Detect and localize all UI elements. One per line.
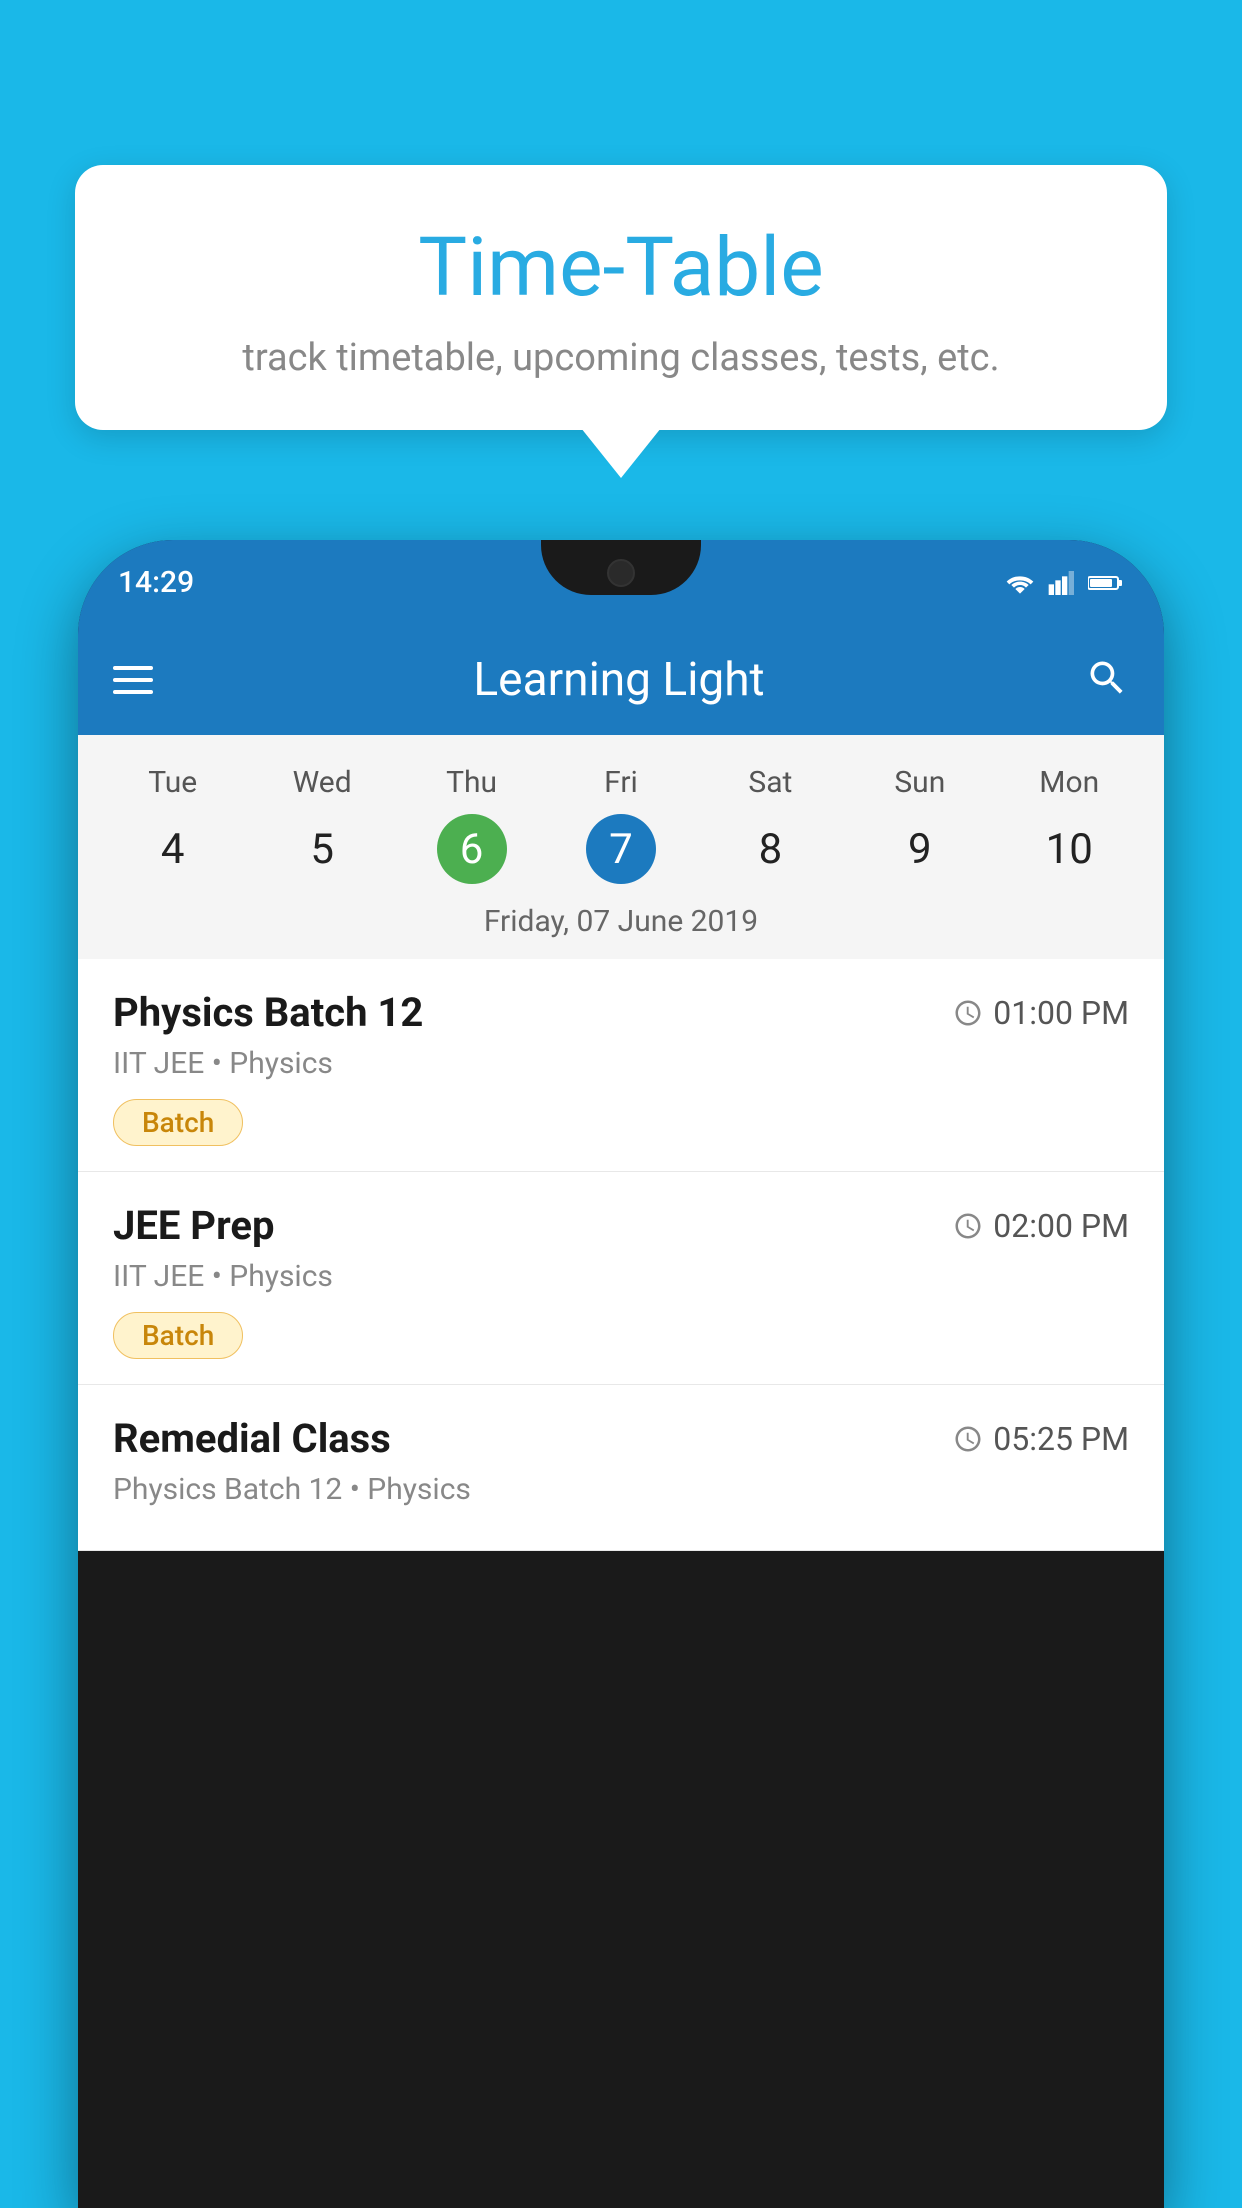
schedule-item-header: JEE Prep 02:00 PM xyxy=(113,1202,1129,1249)
clock-icon xyxy=(953,1211,983,1241)
day-number[interactable]: 7 xyxy=(586,814,656,884)
day-col-sun[interactable]: Sun 9 xyxy=(885,765,955,884)
hamburger-menu-icon[interactable] xyxy=(113,666,153,694)
search-icon[interactable] xyxy=(1085,656,1129,704)
days-row: Tue 4 Wed 5 Thu 6 Fri 7 Sat 8 Sun 9 Mon 10 xyxy=(78,755,1164,894)
schedule-item-header: Physics Batch 12 01:00 PM xyxy=(113,989,1129,1036)
day-number[interactable]: 4 xyxy=(138,814,208,884)
schedule-list: Physics Batch 12 01:00 PM IIT JEE • Phys… xyxy=(78,959,1164,1551)
day-number[interactable]: 8 xyxy=(735,814,805,884)
toolbar-title: Learning Light xyxy=(183,653,1055,707)
schedule-item-header: Remedial Class 05:25 PM xyxy=(113,1415,1129,1462)
schedule-item-title: Physics Batch 12 xyxy=(113,989,423,1036)
day-name: Sun xyxy=(894,765,945,800)
day-col-wed[interactable]: Wed 5 xyxy=(287,765,357,884)
day-col-tue[interactable]: Tue 4 xyxy=(138,765,208,884)
app-toolbar: Learning Light xyxy=(78,625,1164,735)
clock-icon xyxy=(953,998,983,1028)
schedule-item-time: 01:00 PM xyxy=(953,994,1129,1032)
battery-icon xyxy=(1088,571,1124,595)
day-number[interactable]: 9 xyxy=(885,814,955,884)
day-col-fri[interactable]: Fri 7 xyxy=(586,765,656,884)
schedule-item-subtitle: IIT JEE • Physics xyxy=(113,1046,1129,1081)
day-name: Sat xyxy=(748,765,792,800)
camera-dot xyxy=(607,559,635,587)
schedule-item[interactable]: JEE Prep 02:00 PM IIT JEE • Physics Batc… xyxy=(78,1172,1164,1385)
info-bubble-card: Time-Table track timetable, upcoming cla… xyxy=(75,165,1167,430)
schedule-item-time: 05:25 PM xyxy=(953,1420,1129,1458)
batch-badge: Batch xyxy=(113,1312,243,1359)
notch xyxy=(541,540,701,595)
day-number[interactable]: 6 xyxy=(437,814,507,884)
signal-icon xyxy=(1048,571,1076,595)
schedule-item-time: 02:00 PM xyxy=(953,1207,1129,1245)
day-name: Mon xyxy=(1039,765,1099,800)
day-col-mon[interactable]: Mon 10 xyxy=(1034,765,1104,884)
phone-frame: 14:29 xyxy=(78,540,1164,2208)
schedule-item[interactable]: Remedial Class 05:25 PM Physics Batch 12… xyxy=(78,1385,1164,1551)
bubble-subtitle: track timetable, upcoming classes, tests… xyxy=(135,336,1107,380)
schedule-item-subtitle: IIT JEE • Physics xyxy=(113,1259,1129,1294)
calendar-section: Tue 4 Wed 5 Thu 6 Fri 7 Sat 8 Sun 9 Mon 10 Friday, 07… xyxy=(78,735,1164,959)
day-col-sat[interactable]: Sat 8 xyxy=(735,765,805,884)
day-name: Fri xyxy=(604,765,638,800)
clock-icon xyxy=(953,1424,983,1454)
day-number[interactable]: 10 xyxy=(1034,814,1104,884)
day-name: Wed xyxy=(293,765,352,800)
status-icons xyxy=(1004,571,1124,595)
wifi-icon xyxy=(1004,571,1036,595)
status-bar: 14:29 xyxy=(78,540,1164,625)
day-col-thu[interactable]: Thu 6 xyxy=(437,765,507,884)
bubble-title: Time-Table xyxy=(135,220,1107,316)
schedule-item-title: Remedial Class xyxy=(113,1415,391,1462)
schedule-item[interactable]: Physics Batch 12 01:00 PM IIT JEE • Phys… xyxy=(78,959,1164,1172)
schedule-item-title: JEE Prep xyxy=(113,1202,274,1249)
selected-date-label: Friday, 07 June 2019 xyxy=(78,894,1164,959)
status-time: 14:29 xyxy=(118,565,194,600)
day-name: Tue xyxy=(148,765,197,800)
batch-badge: Batch xyxy=(113,1099,243,1146)
schedule-item-subtitle: Physics Batch 12 • Physics xyxy=(113,1472,1129,1507)
day-number[interactable]: 5 xyxy=(287,814,357,884)
day-name: Thu xyxy=(446,765,497,800)
